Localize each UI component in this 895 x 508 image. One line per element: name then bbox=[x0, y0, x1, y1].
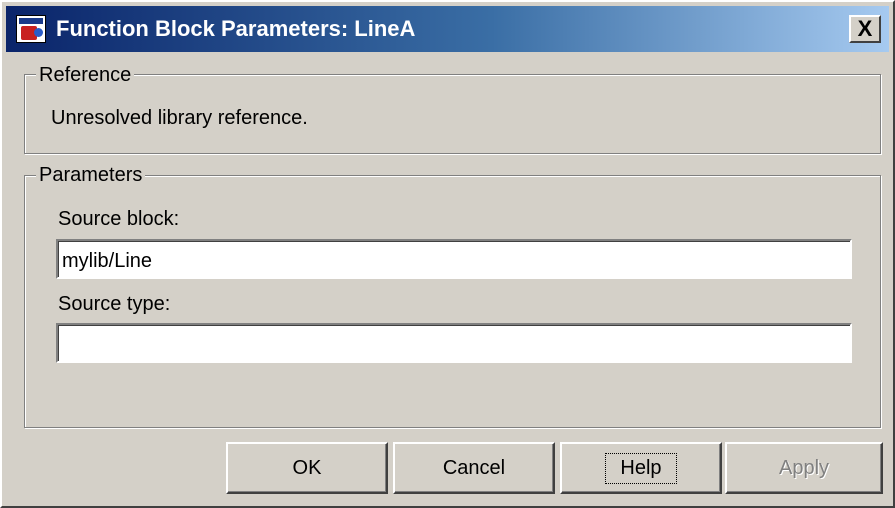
title-bar[interactable]: Function Block Parameters: LineA X bbox=[6, 6, 889, 52]
reference-message: Unresolved library reference. bbox=[51, 107, 308, 129]
window-title: Function Block Parameters: LineA bbox=[56, 16, 416, 41]
cancel-button[interactable]: Cancel bbox=[393, 442, 555, 494]
parameters-legend: Parameters bbox=[36, 163, 146, 187]
ok-button[interactable]: OK bbox=[226, 442, 388, 494]
apply-button[interactable]: Apply bbox=[725, 442, 883, 494]
source-type-label: Source type: bbox=[58, 293, 171, 315]
help-button-label: Help bbox=[605, 452, 677, 484]
source-type-input[interactable] bbox=[56, 323, 852, 363]
ok-button-label: OK bbox=[292, 456, 322, 479]
source-block-label: Source block: bbox=[58, 208, 180, 230]
close-button[interactable]: X bbox=[849, 15, 881, 43]
reference-legend: Reference bbox=[36, 63, 135, 87]
apply-button-label: Apply bbox=[778, 456, 830, 479]
simulink-block-icon bbox=[16, 15, 46, 43]
source-block-input[interactable] bbox=[56, 239, 852, 279]
dialog-window: Function Block Parameters: LineA X Refer… bbox=[0, 0, 895, 508]
help-button[interactable]: Help bbox=[560, 442, 722, 494]
cancel-button-label: Cancel bbox=[442, 456, 506, 479]
close-icon: X bbox=[857, 16, 873, 41]
